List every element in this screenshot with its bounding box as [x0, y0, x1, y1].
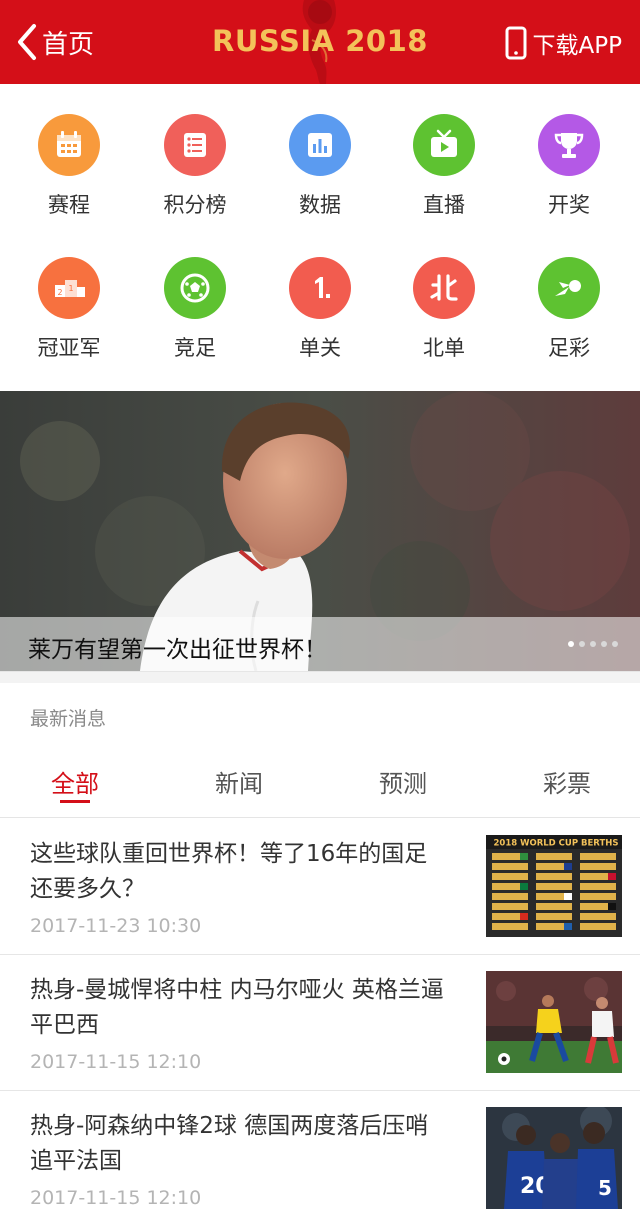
grid-label: 竞足	[174, 336, 216, 360]
carousel-dots	[568, 641, 618, 647]
podium-icon: 21	[38, 257, 100, 319]
number-one-icon	[289, 257, 351, 319]
grid-label: 开奖	[548, 193, 590, 217]
carousel-dot[interactable]	[568, 641, 574, 647]
news-time: 2017-11-15 12:10	[30, 1187, 202, 1209]
tab-prediction[interactable]: 预测	[338, 764, 468, 799]
news-title: 热身-曼城悍将中柱 内马尔哑火 英格兰逼平巴西	[30, 977, 444, 1038]
news-tabs: 全部 新闻 预测 彩票	[0, 752, 640, 818]
grid-label: 冠亚军	[37, 336, 101, 360]
world-cup-berths-thumbnail: 2018 WORLD CUP BERTHS	[486, 835, 622, 937]
news-time: 2017-11-23 10:30	[30, 915, 202, 937]
match-photo-thumbnail	[486, 971, 622, 1073]
bei-icon	[413, 257, 475, 319]
svg-text:1: 1	[68, 284, 73, 293]
bar-chart-icon	[289, 114, 351, 176]
download-app-button[interactable]: 下载APP	[505, 22, 622, 64]
list-item[interactable]: 这些球队重回世界杯！等了16年的国足还要多久？ 2017-11-23 10:30…	[0, 819, 640, 955]
players-photo-thumbnail: 20 5	[486, 1107, 622, 1209]
grid-item-beidan[interactable]: 北单	[380, 229, 508, 360]
grid-label: 直播	[423, 193, 465, 217]
banner-caption-bar: 莱万有望第一次出征世界杯！	[0, 617, 640, 671]
grid-label: 积分榜	[163, 193, 227, 217]
top-header: 首页 RUSSIA 2018 下载APP	[0, 0, 640, 84]
carousel-dot[interactable]	[601, 641, 607, 647]
list-item[interactable]: 热身-曼城悍将中柱 内马尔哑火 英格兰逼平巴西 2017-11-15 12:10	[0, 955, 640, 1091]
news-title: 热身-阿森纳中锋2球 德国两度落后压哨追平法国	[30, 1113, 429, 1174]
banner-carousel[interactable]: 莱万有望第一次出征世界杯！	[0, 391, 640, 671]
section-title: 最新消息	[30, 708, 107, 730]
grid-item-champion[interactable]: 21 冠亚军	[5, 229, 133, 360]
list-item[interactable]: 热身-阿森纳中锋2球 德国两度落后压哨追平法国 2017-11-15 12:10…	[0, 1091, 640, 1210]
grid-label: 赛程	[48, 193, 90, 217]
grid-item-live[interactable]: 直播	[380, 86, 508, 217]
grid-item-zucai[interactable]: 足彩	[505, 229, 633, 360]
phone-icon	[505, 26, 527, 60]
football-icon	[164, 257, 226, 319]
tv-icon	[413, 114, 475, 176]
news-title: 这些球队重回世界杯！等了16年的国足还要多久？	[30, 841, 428, 902]
shooting-ball-icon	[538, 257, 600, 319]
carousel-dot[interactable]	[612, 641, 618, 647]
grid-item-standings[interactable]: 积分榜	[131, 86, 259, 217]
calendar-icon	[38, 114, 100, 176]
grid-label: 足彩	[548, 336, 590, 360]
news-time: 2017-11-15 12:10	[30, 1051, 202, 1073]
list-icon	[164, 114, 226, 176]
tab-lottery[interactable]: 彩票	[502, 764, 632, 799]
trophy-icon	[538, 114, 600, 176]
grid-item-lottery-results[interactable]: 开奖	[505, 86, 633, 217]
grid-label: 数据	[299, 193, 341, 217]
grid-item-jingzu[interactable]: 竞足	[131, 229, 259, 360]
active-tab-indicator	[60, 800, 90, 803]
download-app-label: 下载APP	[532, 33, 622, 59]
grid-item-schedule[interactable]: 赛程	[5, 86, 133, 217]
carousel-dot[interactable]	[590, 641, 596, 647]
banner-caption: 莱万有望第一次出征世界杯！	[28, 637, 327, 663]
svg-text:5: 5	[598, 1176, 612, 1200]
tab-news[interactable]: 新闻	[174, 764, 304, 799]
svg-text:2: 2	[57, 288, 62, 297]
grid-label: 北单	[423, 336, 465, 360]
grid-label: 单关	[299, 336, 341, 360]
grid-item-single[interactable]: 单关	[256, 229, 384, 360]
grid-item-data[interactable]: 数据	[256, 86, 384, 217]
carousel-dot[interactable]	[579, 641, 585, 647]
section-divider	[0, 671, 640, 683]
thumb-caption: 2018 WORLD CUP BERTHS	[493, 839, 618, 849]
feature-grid: 赛程 积分榜 数据 直播 开奖 21 冠亚军 竞足 单关 北单 足彩	[0, 86, 640, 390]
tab-all[interactable]: 全部	[10, 764, 140, 799]
